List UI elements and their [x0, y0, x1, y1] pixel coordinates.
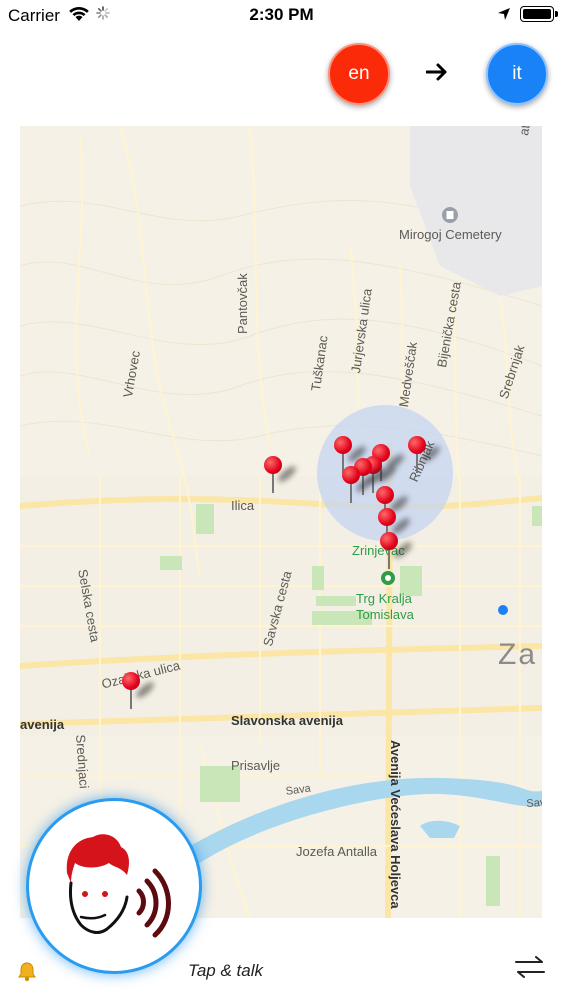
map-pin[interactable]	[122, 672, 156, 712]
activity-spinner-icon	[96, 6, 110, 25]
wifi-icon	[68, 6, 90, 27]
map-label-ilica: Ilica	[231, 498, 255, 513]
tap-talk-label: Tap & talk	[188, 961, 263, 980]
map-label-avenija: avenija	[20, 717, 65, 732]
map-pin[interactable]	[380, 532, 414, 572]
target-language-button[interactable]: it	[486, 43, 548, 105]
carrier-label: Carrier	[8, 6, 60, 25]
status-bar: Carrier 2:30 PM	[0, 0, 563, 30]
bell-icon[interactable]	[16, 960, 38, 987]
map-pin[interactable]	[408, 436, 442, 476]
map-label-trg-kralja: Trg Kralja	[356, 591, 412, 606]
map-label-slavonska: Slavonska avenija	[231, 713, 344, 728]
battery-icon	[520, 6, 558, 22]
map-label-mirogoj: Mirogoj Cemetery	[399, 227, 502, 242]
map-label-jozefa: Jozefa Antalla	[296, 844, 377, 859]
location-arrow-icon	[497, 7, 511, 26]
speaking-head-icon	[66, 834, 171, 938]
map-label-avenija-veceslava: Avenija Većeslava Holjevca	[388, 740, 403, 909]
source-language-label: en	[348, 63, 370, 84]
swap-arrows-icon[interactable]	[514, 956, 546, 983]
app-screen: Carrier 2:30 PM en it Mirogoj Cemetery P…	[0, 0, 563, 1000]
target-language-label: it	[512, 63, 522, 84]
map-label-zagreb: Za	[498, 638, 538, 671]
map-label-sava-right: Sava	[526, 796, 542, 810]
tap-talk-button[interactable]	[26, 798, 202, 974]
arrow-right-icon	[425, 62, 448, 87]
map-pin[interactable]	[342, 466, 376, 506]
map-label-tomislava: Tomislava	[356, 607, 414, 622]
map-label-prisavlje: Prisavlje	[231, 758, 281, 773]
map-pin[interactable]	[264, 456, 298, 496]
source-language-button[interactable]: en	[328, 43, 390, 105]
map-label-pantovcak: Pantovčak	[235, 273, 250, 334]
